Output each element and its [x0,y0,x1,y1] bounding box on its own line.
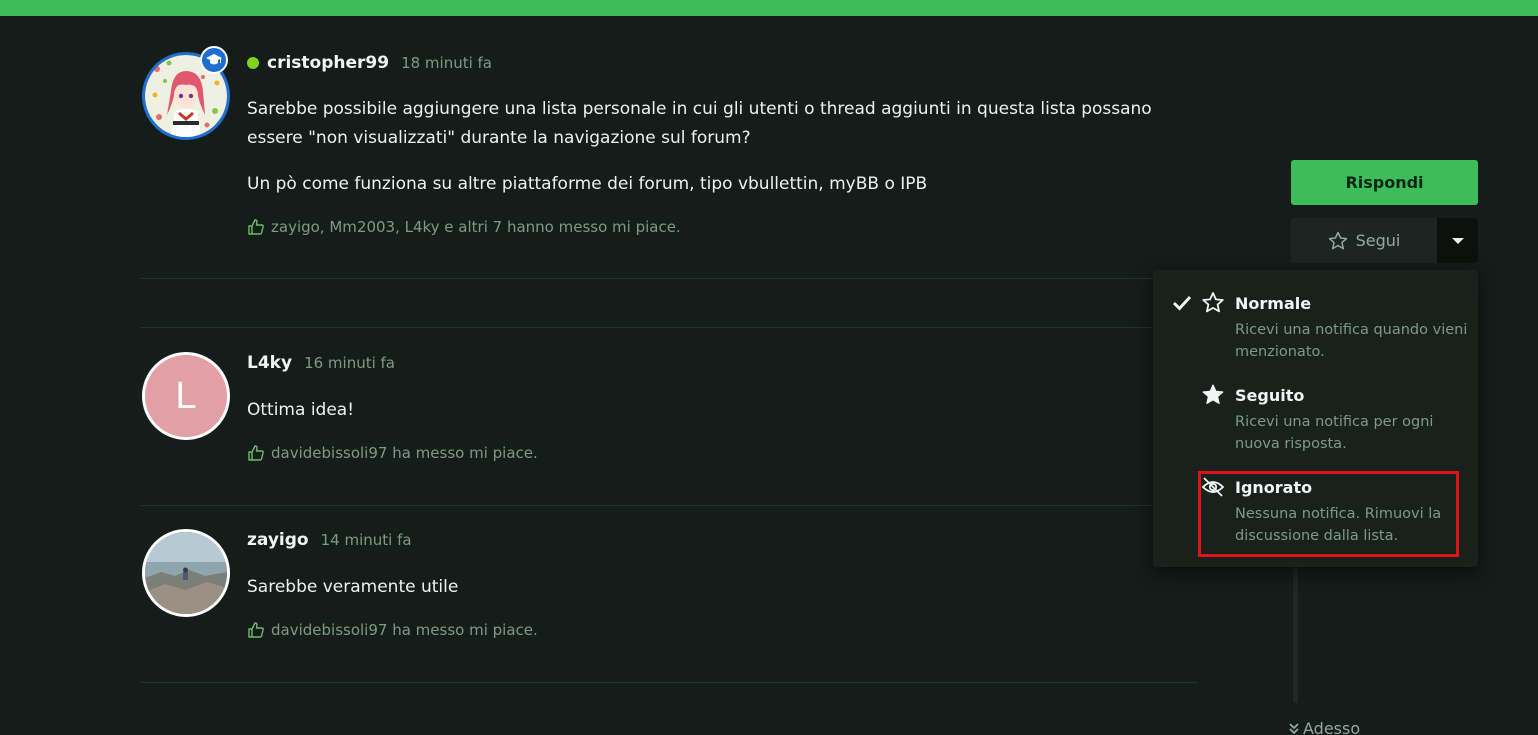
post-body-paragraph: Un pò come funziona su altre piattaforme… [247,174,928,194]
highlight-box [1198,471,1459,557]
post-body-paragraph: Sarebbe possibile aggiungere una lista p… [247,99,1152,148]
avatar-letter: L [175,374,197,417]
jump-label: Adesso [1303,719,1361,735]
post-divider [140,682,1198,683]
timeline-track [1293,566,1298,703]
top-accent-bar [0,0,1538,16]
post-divider [140,505,1198,506]
avatar[interactable] [142,529,230,617]
jump-to-now-link[interactable]: Adesso [1288,719,1360,735]
menu-option-description: Ricevi una notifica per ogni nuova rispo… [1235,414,1434,452]
menu-option-title: Normale [1235,294,1312,313]
seaside-photo [145,532,227,614]
thumbs-up-icon [248,622,264,638]
username[interactable]: zayigo [247,530,309,550]
avatar[interactable]: L [142,352,230,440]
online-status-dot [247,57,259,69]
thumbs-up-icon [248,219,264,235]
menu-option-normale[interactable]: Normale Ricevi una notifica quando vieni… [1153,288,1478,368]
likes-summary: zayigo, Mm2003, L4ky e altri 7 hanno mes… [247,218,681,236]
username[interactable]: cristopher99 [267,53,389,73]
post-divider [140,327,1198,328]
reply-button[interactable]: Rispondi [1291,160,1478,205]
star-outline-icon [1202,292,1224,313]
double-chevron-down-icon [1289,722,1299,734]
star-filled-icon [1202,384,1224,404]
follow-dropdown-toggle[interactable] [1437,218,1478,263]
post-body-paragraph: Ottima idea! [247,400,355,420]
username[interactable]: L4ky [247,353,292,373]
follow-button-label: Segui [1355,231,1401,250]
post-divider [140,278,1198,279]
star-outline-icon [1328,231,1347,249]
likes-text[interactable]: zayigo, Mm2003, L4ky e altri 7 hanno mes… [271,218,681,236]
checkmark-icon [1172,295,1192,311]
likes-text[interactable]: davidebissoli97 ha messo mi piace. [271,444,538,462]
likes-summary: davidebissoli97 ha messo mi piace. [247,444,538,462]
menu-option-title: Seguito [1235,386,1305,405]
follow-button[interactable]: Segui [1291,218,1437,263]
reply-button-label: Rispondi [1345,173,1424,192]
post-body-paragraph: Sarebbe veramente utile [247,577,459,597]
post-time[interactable]: 16 minuti fa [304,354,395,372]
menu-option-description: Ricevi una notifica quando vieni menzion… [1235,322,1468,360]
likes-text[interactable]: davidebissoli97 ha messo mi piace. [271,621,538,639]
menu-option-seguito[interactable]: Seguito Ricevi una notifica per ogni nuo… [1153,380,1478,460]
likes-summary: davidebissoli97 ha messo mi piace. [247,621,538,639]
post-time[interactable]: 14 minuti fa [321,531,412,549]
graduation-cap-icon [200,46,228,74]
post-time[interactable]: 18 minuti fa [401,54,492,72]
caret-down-icon [1451,237,1464,244]
thumbs-up-icon [248,445,264,461]
